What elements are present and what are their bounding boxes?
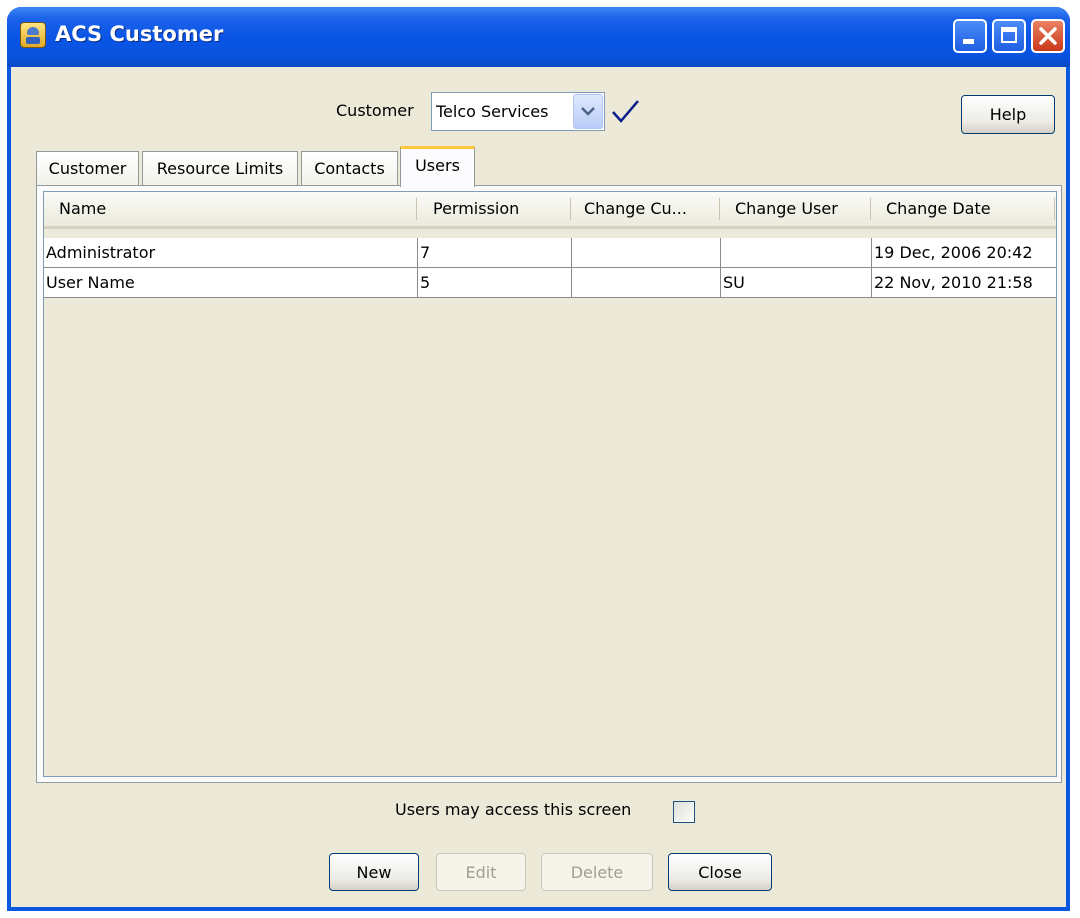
customer-label: Customer	[336, 101, 414, 120]
customer-select-value: Telco Services	[436, 102, 549, 121]
maximize-button[interactable]	[992, 19, 1026, 53]
new-button[interactable]: New	[329, 853, 419, 891]
close-icon	[1039, 27, 1057, 45]
cell-name: Administrator	[46, 243, 156, 262]
tab-users[interactable]: Users	[400, 146, 475, 187]
tab-customer[interactable]: Customer	[36, 151, 139, 186]
users-tab-panel: Name Permission Change Cu... Change User…	[36, 185, 1062, 783]
users-table[interactable]: Name Permission Change Cu... Change User…	[43, 191, 1057, 777]
dropdown-button[interactable]	[573, 94, 603, 129]
cell-change-customer	[571, 268, 720, 297]
window-client-area: Customer Telco Services Help Customer Re…	[11, 67, 1066, 907]
minimize-button[interactable]	[953, 19, 987, 53]
column-header-name[interactable]: Name	[59, 192, 409, 226]
title-bar[interactable]: ACS Customer	[7, 7, 1070, 67]
cell-change-customer	[571, 238, 720, 267]
table-header: Name Permission Change Cu... Change User…	[44, 192, 1056, 229]
chevron-down-icon	[581, 107, 595, 116]
column-separator	[1054, 198, 1055, 220]
maximize-icon	[1001, 27, 1017, 43]
cell-change-date: 19 Dec, 2006 20:42	[871, 238, 1056, 267]
cell-name: User Name	[46, 273, 135, 292]
tab-contacts[interactable]: Contacts	[301, 151, 398, 186]
cell-permission: 7	[417, 238, 571, 267]
table-row[interactable]: Administrator 7 19 Dec, 2006 20:42	[44, 238, 1056, 268]
help-button[interactable]: Help	[961, 95, 1055, 134]
cell-change-user: SU	[720, 268, 871, 297]
close-window-button[interactable]	[1031, 19, 1065, 53]
cell-change-user	[720, 238, 871, 267]
app-icon	[20, 22, 46, 48]
delete-button[interactable]: Delete	[541, 853, 653, 891]
column-separator[interactable]	[719, 198, 720, 220]
close-button[interactable]: Close	[668, 853, 772, 891]
edit-button[interactable]: Edit	[436, 853, 526, 891]
tab-resource-limits[interactable]: Resource Limits	[142, 151, 298, 186]
column-header-permission[interactable]: Permission	[433, 192, 573, 226]
cell-permission: 5	[417, 268, 571, 297]
access-checkbox[interactable]	[673, 801, 695, 823]
customer-select[interactable]: Telco Services	[431, 92, 605, 131]
column-header-change-customer[interactable]: Change Cu...	[584, 192, 714, 226]
checkmark-icon	[612, 100, 639, 123]
table-row[interactable]: User Name 5 SU 22 Nov, 2010 21:58	[44, 268, 1056, 298]
cell-change-date: 22 Nov, 2010 21:58	[871, 268, 1056, 297]
column-separator[interactable]	[870, 198, 871, 220]
minimize-icon	[963, 39, 974, 44]
column-separator[interactable]	[570, 198, 571, 220]
access-checkbox-label: Users may access this screen	[395, 800, 632, 819]
column-separator[interactable]	[416, 198, 417, 220]
column-header-change-date[interactable]: Change Date	[886, 192, 1046, 226]
window-title: ACS Customer	[55, 22, 224, 46]
column-header-change-user[interactable]: Change User	[735, 192, 865, 226]
acs-customer-window: ACS Customer Customer Telco Services Hel…	[7, 7, 1070, 911]
